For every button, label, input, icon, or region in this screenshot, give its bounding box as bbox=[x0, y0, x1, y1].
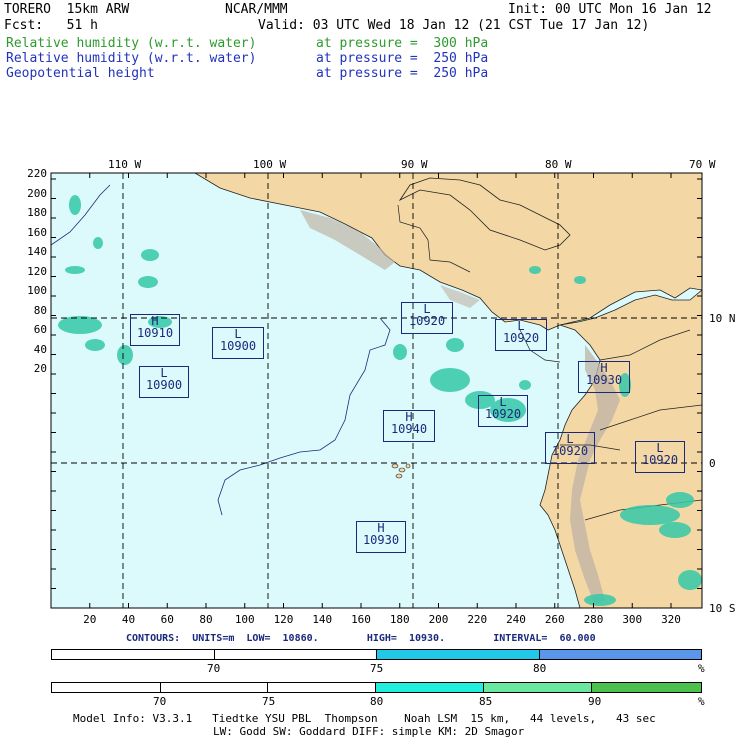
cb250-label-80: 80 bbox=[533, 662, 547, 675]
pressure-center: H 10940 bbox=[383, 410, 435, 442]
lon-label-80w: 80 W bbox=[545, 158, 572, 171]
y-tick-label: 80 bbox=[33, 303, 47, 317]
pressure-center: L 10920 bbox=[478, 395, 528, 427]
lat-label-0: 0 bbox=[709, 457, 716, 470]
y-tick-label: 40 bbox=[33, 342, 47, 356]
x-tick-label: 180 bbox=[389, 613, 410, 626]
y-tick-label: 180 bbox=[27, 206, 47, 219]
lon-label-70w: 70 W bbox=[689, 158, 716, 171]
x-tick-label: 80 bbox=[199, 613, 213, 626]
x-tick-label: 200 bbox=[428, 613, 449, 626]
y-tick-label: 20 bbox=[33, 362, 47, 375]
model-info: Model Info: V3.3.1 Tiedtke YSU PBL Thomp… bbox=[73, 712, 656, 725]
cb300-label-85: 85 bbox=[479, 695, 493, 708]
x-tick-label: 120 bbox=[273, 613, 294, 626]
cb250-seg bbox=[377, 650, 540, 659]
pressure-center: H 10910 bbox=[130, 314, 180, 346]
x-tick-label: 320 bbox=[661, 613, 681, 626]
model-physics: LW: Godd SW: Goddard DIFF: simple KM: 2D… bbox=[213, 725, 525, 738]
pressure-center: H 10930 bbox=[356, 521, 406, 553]
pressure-center: L 10920 bbox=[545, 432, 595, 464]
pressure-center: L 10920 bbox=[401, 302, 453, 334]
cb250-label-pct: % bbox=[698, 662, 705, 675]
x-tick-label: 100 bbox=[234, 613, 255, 626]
x-tick-label: 40 bbox=[121, 613, 136, 626]
lon-label-100w: 100 W bbox=[253, 158, 287, 171]
x-tick-label: 260 bbox=[544, 613, 565, 626]
x-tick-label: 240 bbox=[506, 613, 526, 626]
pressure-center: L 10920 bbox=[635, 441, 685, 473]
cb300-label-80: 80 bbox=[370, 695, 384, 708]
y-tick-label: 220 bbox=[27, 167, 47, 180]
x-tick-label: 140 bbox=[312, 613, 333, 626]
colorbar-rh-250 bbox=[51, 649, 702, 660]
pressure-center: L 10920 bbox=[495, 319, 547, 351]
x-tick-label: 280 bbox=[583, 613, 604, 626]
y-tick-label: 100 bbox=[27, 284, 47, 297]
y-tick-label: 60 bbox=[33, 323, 47, 336]
colorbar-rh-300 bbox=[51, 682, 702, 693]
lat-label-10s: 10 S bbox=[709, 602, 736, 615]
pressure-center: H 10930 bbox=[578, 361, 630, 393]
pressure-center: L 10900 bbox=[139, 366, 189, 398]
cb250-label-70: 70 bbox=[207, 662, 221, 675]
cb250-seg bbox=[539, 650, 701, 659]
cb300-seg bbox=[376, 683, 484, 692]
y-tick-label: 140 bbox=[27, 245, 47, 258]
cb300-label-75: 75 bbox=[262, 695, 276, 708]
y-tick-label: 200 bbox=[27, 186, 47, 200]
x-tick-label: 300 bbox=[622, 613, 643, 626]
cb300-label-90: 90 bbox=[588, 695, 602, 708]
cb300-label-pct: % bbox=[698, 695, 705, 708]
x-tick-label: 20 bbox=[83, 613, 97, 626]
x-tick-label: 60 bbox=[160, 613, 174, 626]
y-tick-label: 160 bbox=[27, 225, 47, 239]
cb300-seg bbox=[52, 683, 161, 692]
lat-label-10n: 10 N bbox=[709, 312, 736, 325]
cb250-seg bbox=[214, 650, 377, 659]
lon-label-90w: 90 W bbox=[401, 158, 428, 171]
cb250-label-75: 75 bbox=[370, 662, 384, 675]
cb300-seg bbox=[268, 683, 377, 692]
pressure-center: L 10900 bbox=[212, 327, 264, 359]
contours-info: CONTOURS: UNITS=m LOW= 10860. HIGH= 1093… bbox=[126, 633, 596, 644]
cb250-seg bbox=[52, 650, 215, 659]
x-tick-label: 160 bbox=[351, 613, 371, 626]
cb300-label-70: 70 bbox=[153, 695, 167, 708]
y-tick-label: 120 bbox=[27, 264, 47, 278]
cb300-seg bbox=[160, 683, 269, 692]
x-tick-label: 220 bbox=[467, 613, 488, 626]
cb300-seg bbox=[592, 683, 702, 692]
lon-label-110w: 110 W bbox=[108, 158, 142, 171]
cb300-seg bbox=[483, 683, 593, 692]
